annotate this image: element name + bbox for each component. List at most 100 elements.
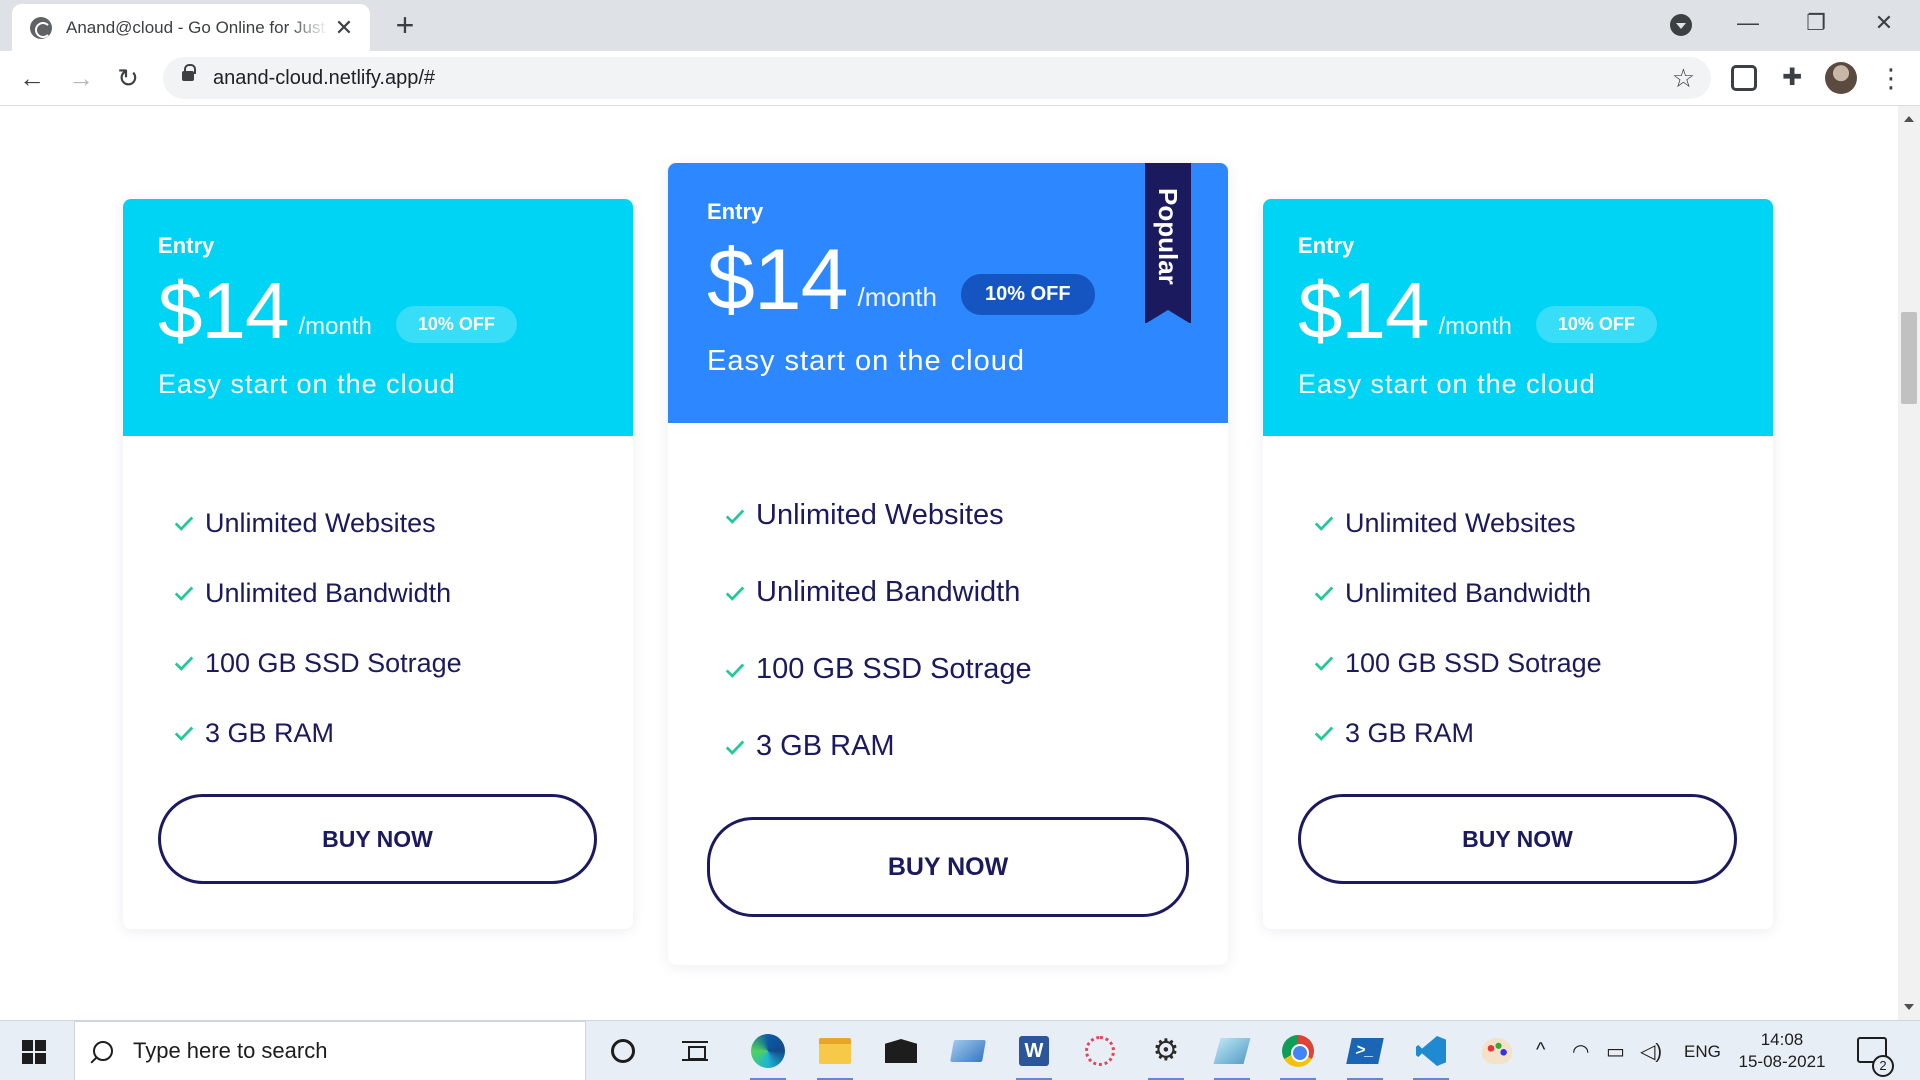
notification-count-badge: 2 [1872,1055,1894,1077]
plan-price: $14 [707,232,848,328]
buy-now-button[interactable]: BUY NOW [1298,794,1737,884]
windows-start-icon[interactable] [22,1040,46,1064]
pricing-card-1: Entry $14 /month 10% OFF Easy start on t… [123,199,633,929]
plan-period: /month [1438,313,1512,340]
feature-label: 3 GB RAM [1345,717,1475,748]
price-row: $14 /month 10% OFF [158,271,598,351]
powershell-icon[interactable]: >_ [1345,1031,1385,1080]
check-icon [725,586,745,601]
battery-icon[interactable]: ▭ [1606,1039,1625,1064]
scrollbar-thumb[interactable] [1901,312,1917,404]
plan-name: Entry [1298,233,1355,258]
check-icon [174,656,194,671]
feature-item: Unlimited Bandwidth [173,558,633,628]
bookmark-star-icon[interactable]: ☆ [1672,63,1695,94]
notepad-icon[interactable] [1212,1031,1252,1080]
check-icon [1314,586,1334,601]
feature-label: Unlimited Websites [756,499,1004,531]
taskbar-clock[interactable]: 14:08 15-08-2021 [1733,1029,1831,1073]
pricing-card-header: Entry $14 /month 10% OFF Easy start on t… [668,163,1228,423]
mail-icon[interactable] [881,1031,921,1071]
feature-list: Unlimited Websites Unlimited Bandwidth 1… [668,423,1228,785]
file-explorer-icon[interactable] [815,1031,855,1080]
edge-icon[interactable] [748,1031,788,1080]
feature-label: 100 GB SSD Sotrage [205,647,462,678]
task-view-icon[interactable] [675,1031,715,1071]
feature-item: Unlimited Websites [173,488,633,558]
plan-period: /month [298,313,372,340]
buy-now-button[interactable]: BUY NOW [707,817,1189,917]
snip-sketch-icon[interactable] [1080,1031,1120,1071]
cortana-icon[interactable] [603,1031,643,1071]
globe-icon [30,16,52,39]
puzzle-icon[interactable]: ✚ [1779,65,1805,91]
feature-label: Unlimited Websites [1345,507,1576,538]
discount-badge: 10% OFF [1535,306,1657,343]
this-pc-icon[interactable] [948,1031,988,1071]
price-row: $14 /month 10% OFF [707,232,1189,328]
scroll-down-icon[interactable] [1904,1004,1914,1010]
browser-tab[interactable]: Anand@cloud - Go Online for Just ✕ [12,4,370,51]
paint-icon[interactable] [1477,1031,1517,1071]
feature-label: 100 GB SSD Sotrage [756,653,1032,685]
browser-tab-strip: Anand@cloud - Go Online for Just ✕ + — ❐… [0,0,1920,51]
browser-toolbar: ← → ↻ anand-cloud.netlify.app/# ☆ ✚ ⋮ [0,51,1920,106]
restore-button[interactable]: ❐ [1786,6,1846,40]
search-placeholder: Type here to search [133,1038,328,1063]
feature-list: Unlimited Websites Unlimited Bandwidth 1… [1263,436,1773,768]
back-arrow-icon[interactable]: ← [15,61,49,95]
pricing-card-header: Entry $14 /month 10% OFF Easy start on t… [1263,199,1773,436]
pricing-card-header: Entry $14 /month 10% OFF Easy start on t… [123,199,633,436]
chrome-icon[interactable] [1278,1031,1318,1080]
feature-label: 3 GB RAM [205,717,335,748]
minimize-button[interactable]: — [1718,6,1778,40]
feature-item: Unlimited Websites [1313,488,1773,558]
reload-icon[interactable]: ↻ [111,61,145,95]
volume-icon[interactable]: ◁) [1640,1039,1662,1064]
check-icon [1314,516,1334,531]
plan-period: /month [857,282,938,312]
check-icon [1314,656,1334,671]
ribbon-label: Popular [1153,187,1183,285]
plan-tagline: Easy start on the cloud [707,345,1025,377]
feature-item: 100 GB SSD Sotrage [1313,628,1773,698]
clock-time: 14:08 [1760,1030,1804,1049]
language-indicator[interactable]: ENG [1684,1042,1721,1062]
extension-icon[interactable] [1731,65,1757,91]
pricing-card-3: Entry $14 /month 10% OFF Easy start on t… [1263,199,1773,929]
tab-title: Anand@cloud - Go Online for Just [66,17,326,37]
popular-ribbon: Popular [1145,163,1191,324]
profile-avatar[interactable] [1825,62,1857,94]
page-scrollbar[interactable] [1898,106,1920,1020]
forward-arrow-icon[interactable]: → [64,61,98,95]
price-row: $14 /month 10% OFF [1298,271,1738,351]
buy-now-button[interactable]: BUY NOW [158,794,597,884]
more-menu-icon[interactable]: ⋮ [1878,63,1904,93]
address-bar[interactable]: anand-cloud.netlify.app/# ☆ [163,57,1711,99]
feature-item: Unlimited Bandwidth [724,554,1228,631]
close-icon[interactable]: ✕ [332,15,356,41]
wifi-icon[interactable]: ◠ [1572,1039,1589,1064]
url-text[interactable]: anand-cloud.netlify.app/# [213,67,435,90]
settings-gear-icon[interactable]: ⚙ [1146,1031,1186,1080]
feature-item: 100 GB SSD Sotrage [724,631,1228,708]
feature-label: Unlimited Websites [205,507,436,538]
tray-overflow-chevron-icon[interactable]: ^ [1536,1039,1545,1062]
tab-search-icon[interactable] [1670,14,1692,36]
pricing-card-2: Entry $14 /month 10% OFF Easy start on t… [668,163,1228,965]
lock-icon[interactable] [182,64,196,81]
page-viewport: Entry $14 /month 10% OFF Easy start on t… [0,106,1898,1020]
plan-tagline: Easy start on the cloud [1298,369,1596,399]
feature-item: 3 GB RAM [173,698,633,768]
feature-item: 3 GB RAM [1313,698,1773,768]
word-icon[interactable]: W [1014,1031,1054,1080]
feature-item: 3 GB RAM [724,708,1228,785]
new-tab-button[interactable]: + [388,9,422,43]
feature-label: Unlimited Bandwidth [756,576,1021,608]
windows-taskbar: Type here to search W ⚙ >_ ^ ◠ ▭ ◁) ENG … [0,1020,1920,1080]
taskbar-search[interactable]: Type here to search [74,1021,586,1080]
close-window-button[interactable]: ✕ [1854,6,1914,40]
scroll-up-icon[interactable] [1904,116,1914,122]
feature-label: 3 GB RAM [756,730,895,762]
vscode-icon[interactable] [1411,1031,1451,1080]
